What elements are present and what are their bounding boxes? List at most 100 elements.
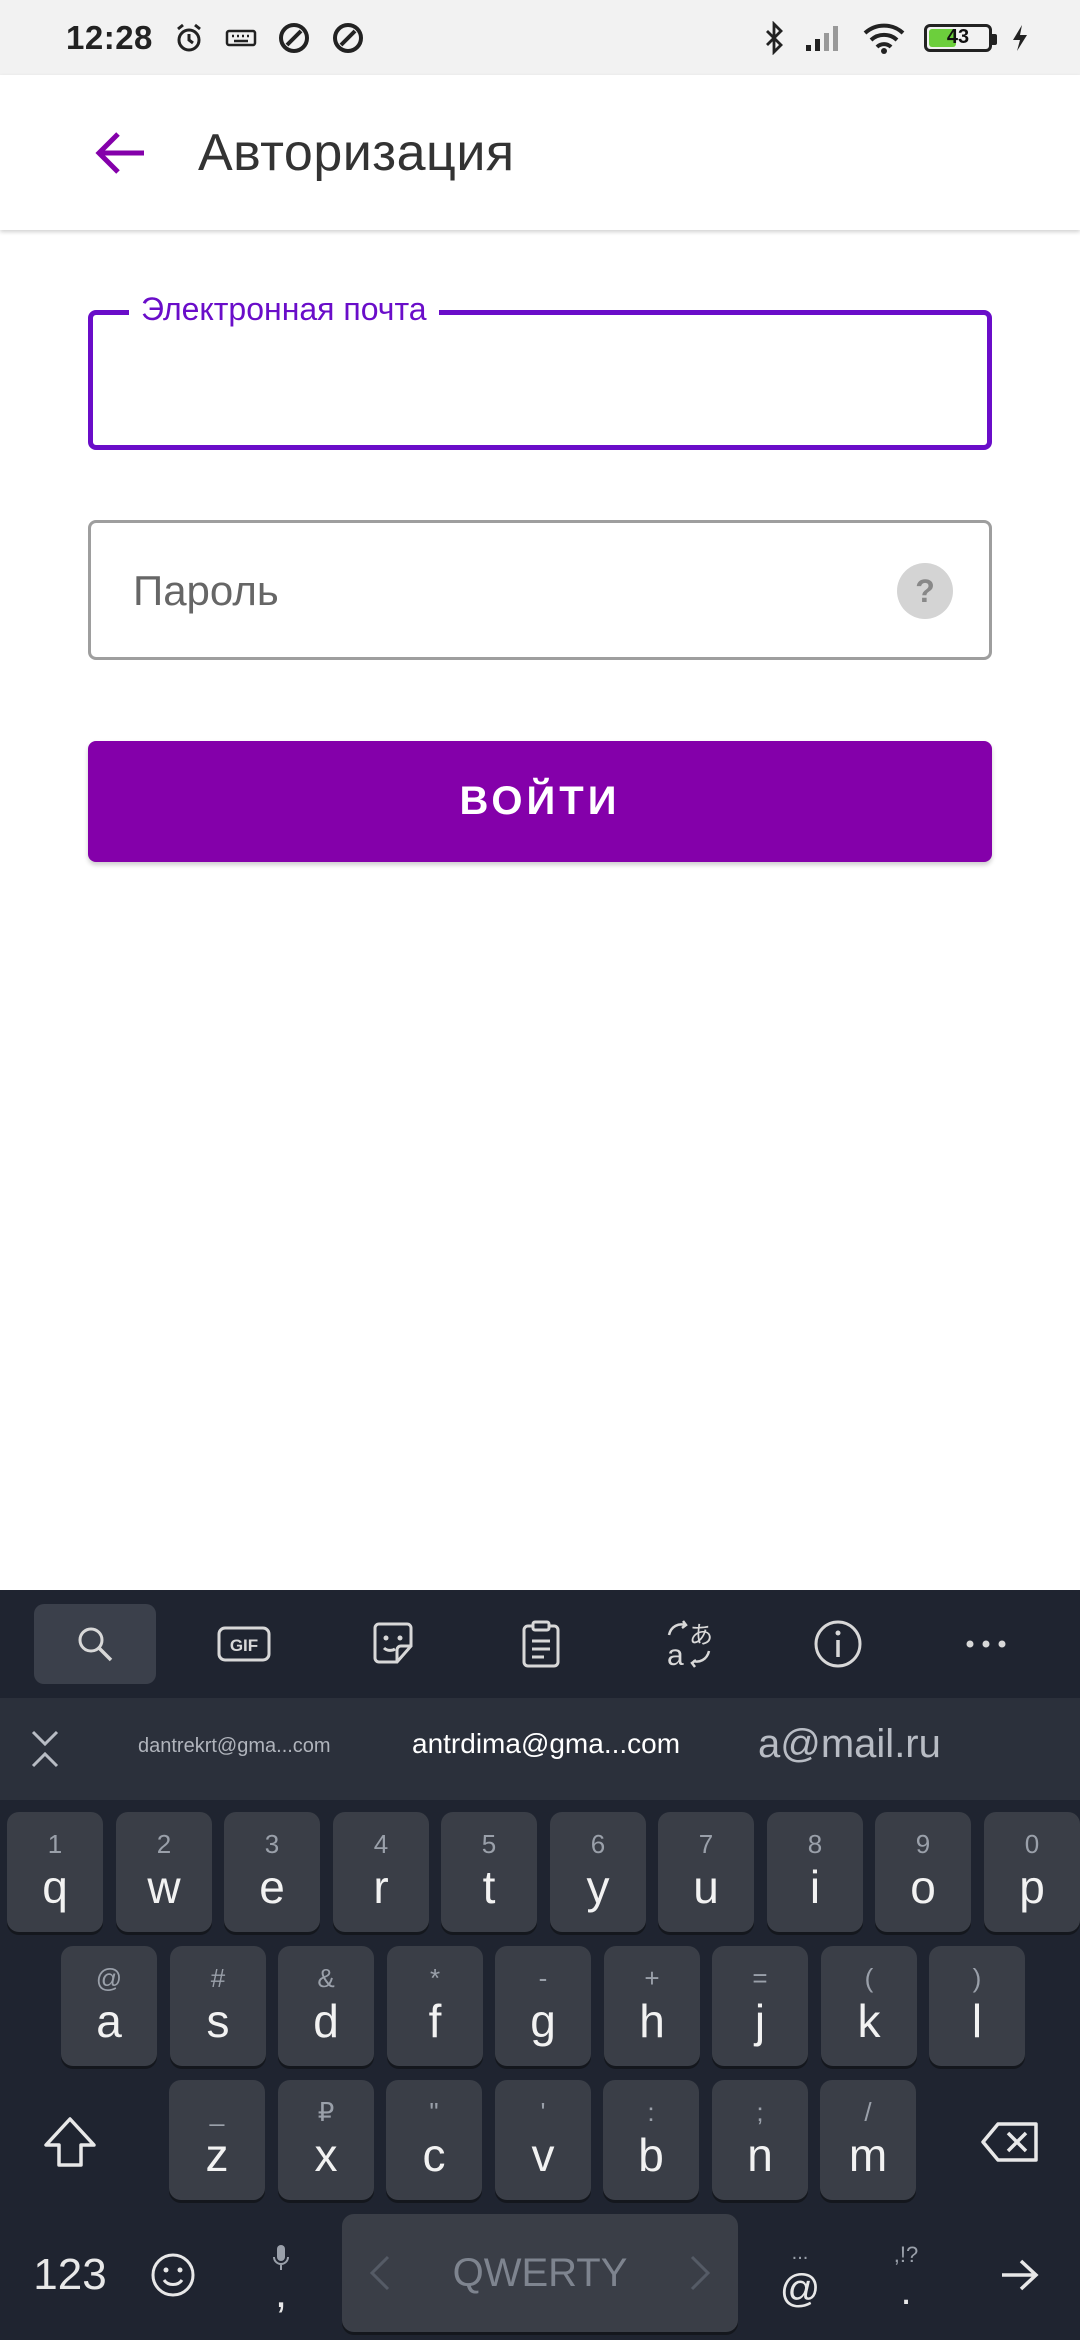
key-label: f: [428, 1995, 442, 2047]
key-d[interactable]: & d: [278, 1946, 374, 2066]
status-bar: 12:28 43: [0, 0, 1080, 75]
key-label: c: [422, 2129, 446, 2181]
space-key[interactable]: QWERTY: [342, 2214, 738, 2332]
key-alt-label: 8: [807, 1829, 823, 1859]
suggestion-bar: dantrekrt@gma...com antrdima@gma...com a…: [0, 1698, 1080, 1800]
password-field[interactable]: ?: [88, 520, 992, 660]
key-c[interactable]: " c: [386, 2080, 482, 2200]
arrow-left-icon: [95, 131, 144, 174]
key-n[interactable]: ; n: [712, 2080, 808, 2200]
charging-icon: [1010, 23, 1030, 53]
backspace-icon: [981, 2122, 1038, 2162]
key-r[interactable]: 4r: [333, 1812, 429, 1932]
period-key[interactable]: ,!? .: [876, 2228, 936, 2328]
keyboard-more-button[interactable]: [926, 1604, 1046, 1684]
key-g[interactable]: -g: [495, 1946, 591, 2066]
emoji-key[interactable]: [140, 2240, 206, 2310]
key-e[interactable]: 3e: [224, 1812, 320, 1932]
key-alt-label: 0: [1024, 1829, 1040, 1859]
at-key-label: @: [779, 2267, 821, 2311]
key-alt-label: &: [317, 1963, 335, 1993]
keyboard-search-button[interactable]: [34, 1604, 157, 1684]
key-k[interactable]: (k: [821, 1946, 917, 2066]
email-input[interactable]: [133, 345, 947, 415]
collapse-icon: [31, 1730, 59, 1768]
login-button-label: ВОЙТИ: [459, 779, 621, 823]
key-label: k: [857, 1995, 881, 2047]
keyboard-icon: [225, 26, 257, 50]
key-label: a: [96, 1995, 122, 2047]
signal-icon: [804, 23, 844, 53]
at-key[interactable]: ... @: [770, 2228, 830, 2328]
key-t[interactable]: 5t: [441, 1812, 537, 1932]
key-o[interactable]: 9o: [875, 1812, 971, 1932]
help-icon: ?: [915, 572, 935, 609]
key-a[interactable]: @ a: [61, 1946, 157, 2066]
suggestion-2[interactable]: antrdima@gma...com: [412, 1728, 680, 1760]
key-alt-label: ': [540, 2097, 546, 2127]
key-m[interactable]: / m: [820, 2080, 916, 2200]
key-l[interactable]: ) l: [929, 1946, 1025, 2066]
key-label: m: [848, 2129, 888, 2181]
key-h[interactable]: + h: [604, 1946, 700, 2066]
key-alt-label: #: [210, 1963, 226, 1993]
keyboard-translate-button[interactable]: aあ: [629, 1604, 749, 1684]
enter-key[interactable]: [990, 2240, 1050, 2310]
keyboard-toolbar: GIF aあ: [0, 1590, 1080, 1698]
key-alt-label: 4: [373, 1829, 389, 1859]
collapse-suggestions-button[interactable]: [0, 1698, 90, 1800]
key-label: t: [482, 1861, 496, 1913]
more-icon: [966, 1640, 1006, 1648]
keyboard-gif-button[interactable]: GIF: [184, 1604, 304, 1684]
translate-icon: aあ: [667, 1620, 713, 1671]
key-alt-label: 6: [590, 1829, 606, 1859]
keyboard-clipboard-button[interactable]: [481, 1604, 601, 1684]
key-f[interactable]: * f: [387, 1946, 483, 2066]
period-key-label: .: [900, 2269, 912, 2313]
numbers-key-label: 123: [33, 2250, 107, 2299]
sticker-icon: [373, 1622, 413, 1664]
email-field[interactable]: Электронная почта: [88, 291, 992, 450]
back-button[interactable]: [90, 125, 150, 180]
key-b[interactable]: :b: [603, 2080, 699, 2200]
suggestion-1[interactable]: dantrekrt@gma...com: [138, 1735, 331, 1758]
key-label: e: [259, 1861, 285, 1913]
status-time: 12:28: [66, 18, 153, 56]
key-s[interactable]: # s: [170, 1946, 266, 2066]
app-bar: Авторизация: [0, 75, 1080, 230]
key-z[interactable]: _ z: [169, 2080, 265, 2200]
password-input[interactable]: [133, 555, 879, 627]
app-notification-icon: [277, 21, 311, 55]
key-alt-label: /: [864, 2097, 872, 2127]
keyboard-info-button[interactable]: [778, 1604, 898, 1684]
key-v[interactable]: ' v: [495, 2080, 591, 2200]
keyboard-sticker-button[interactable]: [333, 1604, 453, 1684]
key-alt-label: ): [972, 1963, 982, 1993]
key-alt-label: 2: [156, 1829, 172, 1859]
key-j[interactable]: = j: [712, 1946, 808, 2066]
key-x[interactable]: ₽ x: [278, 2080, 374, 2200]
login-button[interactable]: ВОЙТИ: [88, 741, 992, 862]
key-p[interactable]: 0p: [984, 1812, 1080, 1932]
key-q[interactable]: 1q: [7, 1812, 103, 1932]
key-alt-label: 9: [915, 1829, 931, 1859]
shift-key[interactable]: [22, 2082, 118, 2202]
app-notification-icon-2: [331, 21, 365, 55]
suggestion-3[interactable]: a@mail.ru: [758, 1722, 941, 1767]
key-alt-label: ₽: [317, 2097, 335, 2127]
key-label: y: [586, 1861, 610, 1913]
svg-text:GIF: GIF: [230, 1636, 258, 1655]
key-u[interactable]: 7u: [658, 1812, 754, 1932]
numbers-key[interactable]: 123: [20, 2240, 120, 2310]
key-alt-label: (: [864, 1963, 874, 1993]
key-w[interactable]: 2w: [116, 1812, 212, 1932]
comma-key[interactable]: ,: [250, 2228, 312, 2328]
key-i[interactable]: 8i: [767, 1812, 863, 1932]
password-help-button[interactable]: ?: [897, 563, 953, 619]
battery-level: 43: [946, 26, 970, 48]
backspace-key[interactable]: [962, 2082, 1058, 2202]
key-label: q: [42, 1861, 68, 1913]
key-y[interactable]: 6y: [550, 1812, 646, 1932]
period-key-alt: ,!?: [893, 2242, 919, 2267]
status-notification-icons: [173, 21, 365, 55]
